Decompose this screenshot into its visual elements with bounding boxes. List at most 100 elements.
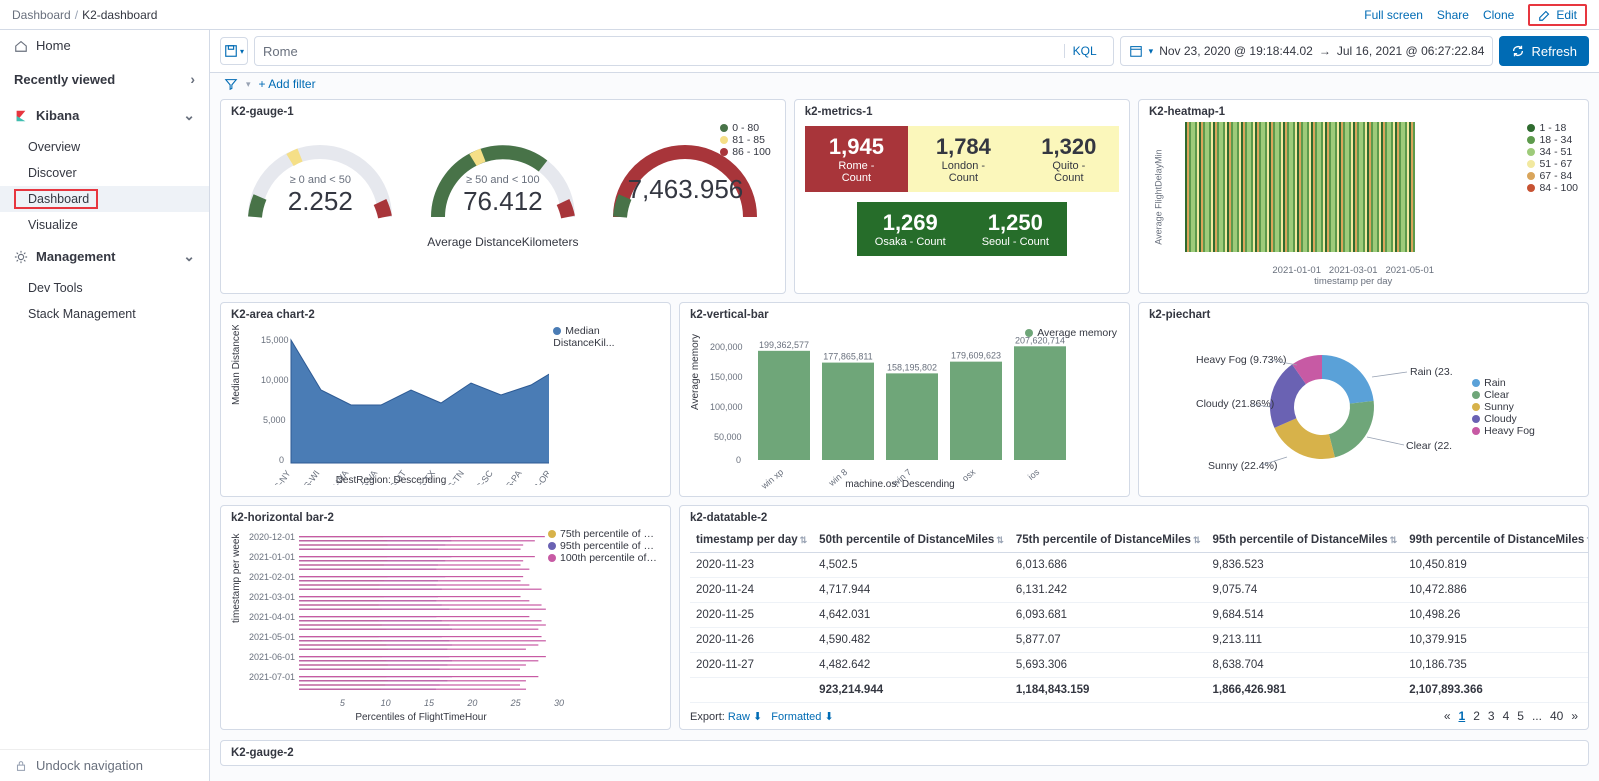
- sidebar-item-dashboard[interactable]: Dashboard: [0, 186, 209, 212]
- svg-text:2020-12-01: 2020-12-01: [249, 532, 295, 542]
- table-cell: 9,075.74: [1207, 578, 1404, 603]
- export-raw[interactable]: Raw ⬇: [728, 711, 762, 723]
- chevron-down-icon: ⌄: [183, 107, 195, 124]
- panel-gauge-2-stub: K2-gauge-2: [220, 740, 1589, 766]
- table-cell: 5,693.306: [1010, 653, 1207, 678]
- calendar-icon: [1129, 44, 1143, 58]
- table-cell: 10,186.735: [1403, 653, 1589, 678]
- metric-tile: 1,250Seoul - Count: [964, 202, 1067, 256]
- panel-title: k2-piechart: [1149, 309, 1578, 321]
- table-header[interactable]: timestamp per day⇅: [690, 528, 813, 553]
- page-prev[interactable]: «: [1444, 709, 1451, 723]
- saved-query-button[interactable]: ▾: [220, 37, 248, 65]
- page-4[interactable]: 4: [1503, 709, 1510, 723]
- chevron-down-icon: ⌄: [183, 248, 195, 265]
- svg-text:10,000: 10,000: [261, 375, 289, 385]
- refresh-button[interactable]: Refresh: [1499, 36, 1589, 66]
- page-3[interactable]: 3: [1488, 709, 1495, 723]
- refresh-label: Refresh: [1531, 44, 1577, 59]
- export-raw-label: Raw: [728, 711, 750, 723]
- table-header[interactable]: 99th percentile of DistanceMiles⇅: [1403, 528, 1589, 553]
- legend-item: Rain: [1484, 377, 1506, 389]
- add-filter-button[interactable]: + Add filter: [259, 77, 316, 91]
- table-header[interactable]: 95th percentile of DistanceMiles⇅: [1207, 528, 1404, 553]
- page-2[interactable]: 2: [1473, 709, 1480, 723]
- home-icon: [14, 39, 28, 53]
- sidebar-item-discover[interactable]: Discover: [0, 160, 209, 186]
- sidebar-kibana[interactable]: Kibana ⌄: [0, 97, 209, 134]
- svg-text:15: 15: [424, 698, 435, 708]
- heatmap-canvas: [1185, 122, 1415, 262]
- sidebar-management[interactable]: Management ⌄: [0, 238, 209, 275]
- page-5[interactable]: 5: [1517, 709, 1524, 723]
- table-row: 2020-11-274,482.6425,693.3068,638.70410,…: [690, 653, 1589, 678]
- refresh-icon: [1511, 44, 1525, 58]
- svg-text:25: 25: [510, 698, 522, 708]
- query-language[interactable]: KQL: [1064, 44, 1105, 58]
- svg-text:199,362,577: 199,362,577: [759, 340, 809, 350]
- date-to: Jul 16, 2021 @ 06:27:22.84: [1337, 44, 1485, 58]
- date-from: Nov 23, 2020 @ 19:18:44.02: [1159, 44, 1313, 58]
- fullscreen-button[interactable]: Full screen: [1364, 8, 1423, 22]
- pencil-icon: [1538, 8, 1552, 22]
- table-header[interactable]: 50th percentile of DistanceMiles⇅: [813, 528, 1010, 553]
- sidebar-item-stack-management[interactable]: Stack Management: [0, 301, 209, 327]
- panel-vertical-bar: k2-vertical-bar Average memory Average m…: [679, 302, 1130, 497]
- table-row: 2020-11-234,502.56,013.6869,836.52310,45…: [690, 553, 1589, 578]
- legend-item: 75th percentile of Fl...: [560, 528, 658, 540]
- table-cell: 2020-11-26: [690, 628, 813, 653]
- export-formatted[interactable]: Formatted ⬇: [771, 711, 833, 723]
- share-button[interactable]: Share: [1437, 8, 1469, 22]
- page-next[interactable]: »: [1571, 709, 1578, 723]
- topbar-actions: Full screen Share Clone Edit: [1364, 4, 1587, 26]
- table-cell: 6,093.681: [1010, 603, 1207, 628]
- sidebar-undock-label: Undock navigation: [36, 758, 143, 773]
- sidebar-item-overview[interactable]: Overview: [0, 134, 209, 160]
- legend-item: 95th percentile of Fl...: [560, 540, 658, 552]
- lock-icon: [14, 759, 28, 773]
- breadcrumb-separator: /: [75, 8, 78, 22]
- panel-metrics-1: k2-metrics-1 1,945Rome - Count 1,784Lond…: [794, 99, 1130, 294]
- filter-options-icon[interactable]: [224, 77, 238, 91]
- breadcrumb-root[interactable]: Dashboard: [12, 8, 71, 22]
- svg-text:158,195,802: 158,195,802: [887, 362, 937, 372]
- metric-value: 1,784: [926, 134, 1001, 160]
- sidebar-home-label: Home: [36, 38, 71, 53]
- legend-item: Heavy Fog: [1484, 425, 1535, 437]
- svg-text:US-PA: US-PA: [500, 468, 524, 485]
- sidebar-item-devtools[interactable]: Dev Tools: [0, 275, 209, 301]
- metric-label: London - Count: [926, 160, 1001, 184]
- sidebar-recently-viewed[interactable]: Recently viewed ›: [0, 61, 209, 97]
- date-picker[interactable]: ▾ Nov 23, 2020 @ 19:18:44.02 → Jul 16, 2…: [1120, 36, 1494, 66]
- edit-button[interactable]: Edit: [1528, 4, 1587, 26]
- query-value: Rome: [263, 44, 298, 59]
- vbar-legend: Average memory: [1025, 327, 1117, 339]
- sidebar-undock[interactable]: Undock navigation: [0, 750, 209, 781]
- table-row: 2020-11-254,642.0316,093.6819,684.51410,…: [690, 603, 1589, 628]
- heatmap-xlabel: timestamp per day: [1185, 276, 1521, 287]
- table-row: 2020-11-264,590.4825,877.079,213.11110,3…: [690, 628, 1589, 653]
- svg-text:2021-02-01: 2021-02-01: [249, 572, 295, 582]
- legend-item: Clear: [1484, 389, 1509, 401]
- table-header[interactable]: 75th percentile of DistanceMiles⇅: [1010, 528, 1207, 553]
- query-input[interactable]: Rome KQL: [254, 36, 1114, 66]
- panel-heatmap-1: K2-heatmap-1 Average FlightDelayMin 2021…: [1138, 99, 1589, 294]
- page-last[interactable]: 40: [1550, 709, 1563, 723]
- svg-text:2021-01-01: 2021-01-01: [249, 552, 295, 562]
- table-cell: 4,642.031: [813, 603, 1010, 628]
- metric-tile: 1,269Osaka - Count: [857, 202, 964, 256]
- svg-text:win xp: win xp: [759, 467, 786, 490]
- area-chart: Median DistanceKilometers 15,00010,0005,…: [231, 325, 549, 485]
- metric-tile: 1,784London - Count: [908, 126, 1019, 192]
- svg-text:30: 30: [554, 698, 564, 708]
- page-1[interactable]: 1: [1459, 709, 1466, 723]
- svg-text:2021-04-01: 2021-04-01: [249, 612, 295, 622]
- clone-button[interactable]: Clone: [1483, 8, 1514, 22]
- sidebar-item-visualize[interactable]: Visualize: [0, 212, 209, 238]
- page-ellipsis: ...: [1532, 709, 1542, 723]
- sidebar-home[interactable]: Home: [0, 30, 209, 61]
- gauge-value: 2.252: [288, 186, 353, 217]
- svg-text:50,000: 50,000: [714, 432, 742, 442]
- svg-text:ios: ios: [1026, 467, 1042, 482]
- svg-text:Sunny (22.4%): Sunny (22.4%): [1208, 460, 1277, 472]
